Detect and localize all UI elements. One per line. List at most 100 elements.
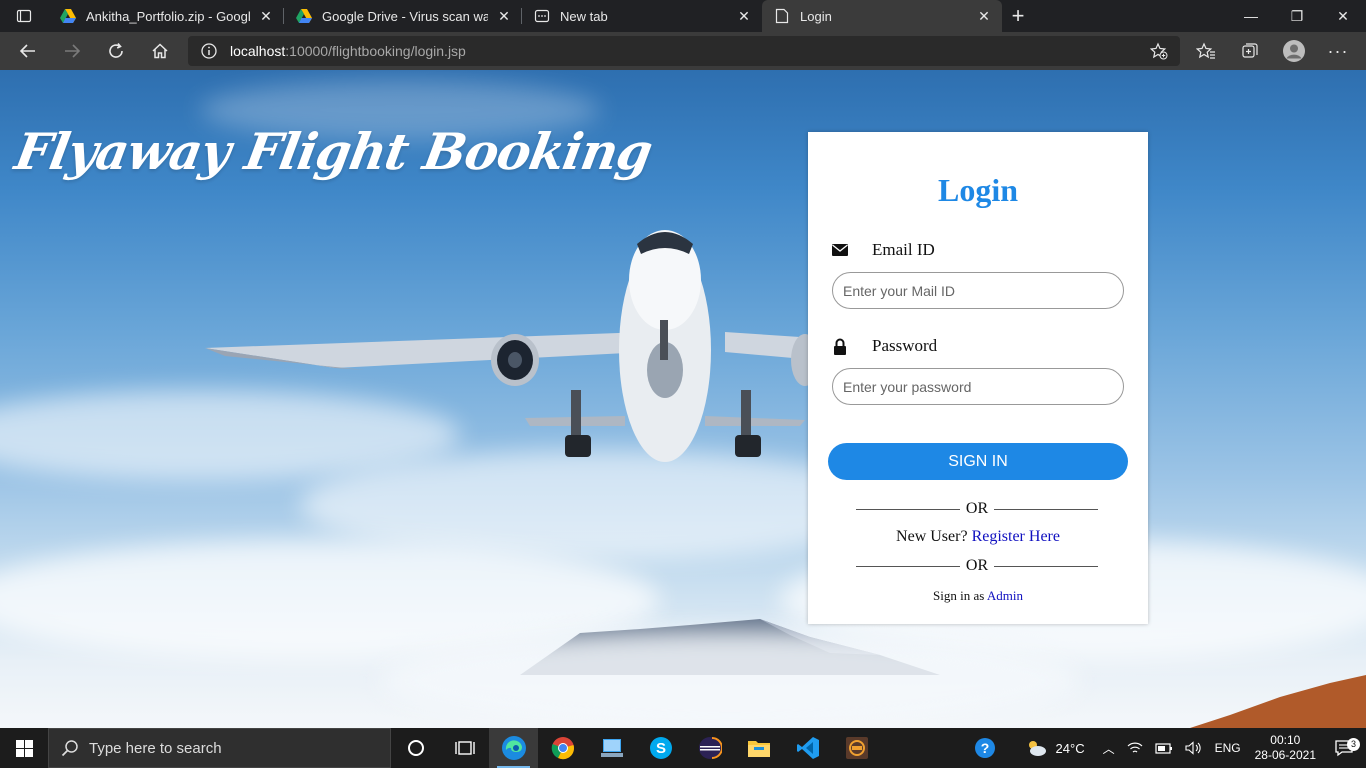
network-button[interactable] xyxy=(1121,741,1149,755)
browser-menu-buttons: ··· xyxy=(1184,32,1360,70)
or-text: OR xyxy=(965,557,989,574)
settings-menu-button[interactable]: ··· xyxy=(1316,32,1360,70)
weather-temperature: 24°C xyxy=(1055,740,1085,756)
back-button[interactable] xyxy=(6,32,50,70)
address-bar[interactable]: localhost:10000/flightbooking/login.jsp xyxy=(188,36,1180,66)
refresh-icon xyxy=(109,42,123,58)
google-drive-icon xyxy=(296,8,312,24)
restore-button[interactable]: ❐ xyxy=(1274,0,1320,32)
profile-button[interactable] xyxy=(1272,32,1316,70)
cortana-button[interactable] xyxy=(391,728,440,768)
weather-widget[interactable]: 24°C xyxy=(1018,738,1091,758)
or-divider: OR xyxy=(856,500,1099,518)
minimize-button[interactable]: — xyxy=(1228,0,1274,32)
tab-drive-portfolio[interactable]: Ankitha_Portfolio.zip - Google Dr ✕ xyxy=(48,0,284,32)
cortana-icon xyxy=(407,740,424,756)
favorites-icon xyxy=(1196,42,1215,59)
home-button[interactable] xyxy=(138,32,182,70)
browser-tab-bar: Ankitha_Portfolio.zip - Google Dr ✕ Goog… xyxy=(0,0,1366,32)
tab-actions-button[interactable] xyxy=(0,0,48,32)
new-user-text: New User? xyxy=(896,528,968,545)
close-tab-icon[interactable]: ✕ xyxy=(496,8,512,24)
login-heading: Login xyxy=(937,172,1019,208)
notification-badge: 3 xyxy=(1347,738,1360,751)
arrow-right-icon xyxy=(65,44,81,58)
divider-line xyxy=(856,508,960,510)
action-center-button[interactable]: 3 xyxy=(1324,738,1366,757)
url-path: :10000/flightbooking/login.jsp xyxy=(285,43,466,59)
taskbar-search-box[interactable]: Type here to search xyxy=(48,728,391,768)
close-tab-icon[interactable]: ✕ xyxy=(976,8,992,24)
sign-in-button[interactable]: SIGN IN xyxy=(828,443,1128,480)
new-tab-icon xyxy=(534,8,550,24)
tab-title: New tab xyxy=(560,8,608,24)
background-cloud xyxy=(380,630,1080,728)
envelope-icon xyxy=(830,244,850,256)
divider-line xyxy=(994,508,1099,510)
admin-prompt: Sign in as Admin xyxy=(808,588,1148,604)
admin-link[interactable]: Admin xyxy=(987,588,1023,603)
taskbar-edge[interactable] xyxy=(489,728,538,768)
refresh-button[interactable] xyxy=(94,32,138,70)
register-link[interactable]: Register Here xyxy=(972,528,1060,545)
tab-new-tab[interactable]: New tab ✕ xyxy=(522,0,762,32)
collections-icon xyxy=(1242,43,1258,58)
or-text: OR xyxy=(965,500,989,517)
close-window-button[interactable]: ✕ xyxy=(1320,0,1366,32)
minimize-icon: — xyxy=(1244,8,1258,24)
search-placeholder: Type here to search xyxy=(89,739,222,757)
battery-icon xyxy=(1154,743,1172,754)
task-view-icon xyxy=(454,741,475,755)
tab-drive-virus-scan[interactable]: Google Drive - Virus scan warnin ✕ xyxy=(284,0,522,32)
email-field[interactable] xyxy=(832,272,1124,309)
mountain-image xyxy=(1190,675,1366,728)
home-icon xyxy=(152,43,168,59)
taskbar-file-explorer[interactable] xyxy=(734,728,783,768)
show-hidden-icons-button[interactable]: ︿ xyxy=(1091,740,1121,757)
close-tab-icon[interactable]: ✕ xyxy=(736,8,752,24)
favorites-button[interactable] xyxy=(1184,32,1228,70)
task-view-button[interactable] xyxy=(440,728,489,768)
help-icon: ? xyxy=(974,738,995,758)
collections-button[interactable] xyxy=(1228,32,1272,70)
help-button[interactable]: ? xyxy=(968,737,1018,759)
battery-button[interactable] xyxy=(1149,742,1179,754)
password-field[interactable] xyxy=(832,368,1124,405)
language-indicator[interactable]: ENG xyxy=(1209,741,1247,755)
search-icon xyxy=(61,740,78,757)
brand-title: Flyaway Flight Booking xyxy=(10,122,657,181)
taskbar-app[interactable] xyxy=(832,728,881,768)
taskbar-skype[interactable]: S xyxy=(636,728,685,768)
more-icon: ··· xyxy=(1327,40,1349,61)
clock[interactable]: 00:10 28-06-2021 xyxy=(1247,733,1324,763)
clock-time: 00:10 xyxy=(1270,733,1301,747)
app-icon xyxy=(845,737,868,759)
restore-icon: ❐ xyxy=(1290,7,1304,24)
url-host: localhost xyxy=(230,43,286,59)
taskbar-vscode[interactable] xyxy=(783,728,832,768)
info-icon[interactable] xyxy=(200,42,218,60)
speaker-icon xyxy=(1185,741,1201,755)
taskbar-eclipse[interactable] xyxy=(685,728,734,768)
google-drive-icon xyxy=(60,8,76,24)
password-label-text: Password xyxy=(872,336,938,355)
eclipse-icon xyxy=(698,737,722,759)
taskbar-chrome[interactable] xyxy=(538,728,587,768)
tab-title: Ankitha_Portfolio.zip - Google Dr xyxy=(86,8,250,24)
taskbar-this-pc[interactable] xyxy=(587,728,636,768)
new-tab-button[interactable]: + xyxy=(1002,0,1034,32)
tab-login[interactable]: Login ✕ xyxy=(762,0,1002,32)
tab-actions-icon xyxy=(16,9,32,23)
forward-button[interactable] xyxy=(50,32,94,70)
divider-line xyxy=(856,565,960,567)
start-button[interactable] xyxy=(0,728,48,768)
airplane-image xyxy=(205,230,815,462)
volume-button[interactable] xyxy=(1179,741,1209,755)
close-tab-icon[interactable]: ✕ xyxy=(258,8,274,24)
arrow-left-icon xyxy=(19,44,35,58)
email-label: Email ID xyxy=(830,238,935,262)
or-divider: OR xyxy=(856,557,1099,575)
svg-text:S: S xyxy=(655,740,665,757)
avatar xyxy=(1283,40,1305,62)
add-favorite-icon[interactable] xyxy=(1150,42,1168,60)
